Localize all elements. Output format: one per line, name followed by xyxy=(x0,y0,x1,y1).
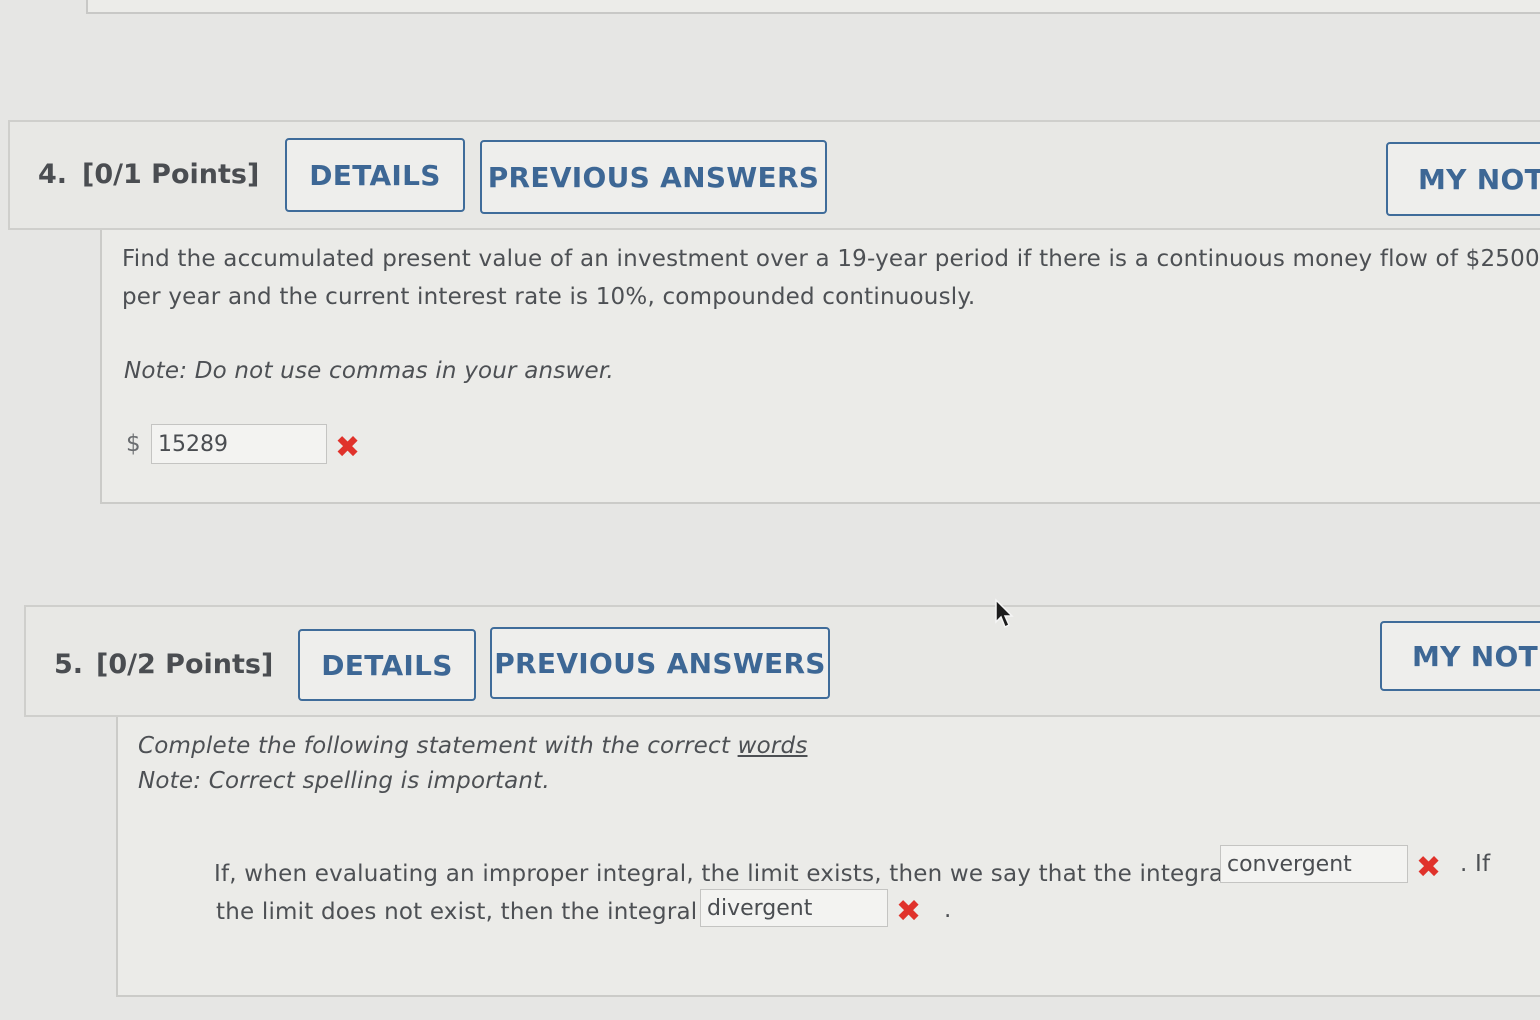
question-5-header: 5. [0/2 Points] DETAILS PREVIOUS ANSWERS… xyxy=(24,605,1540,717)
question-5-details-button[interactable]: DETAILS xyxy=(298,629,476,701)
question-5-points: [0/2 Points] xyxy=(96,649,274,680)
question-5-sentence-part2: . If xyxy=(1460,851,1491,877)
question-5-instruction: Complete the following statement with th… xyxy=(138,733,808,759)
question-5-sentence-part1: If, when evaluating an improper integral… xyxy=(214,861,1230,887)
question-5-my-notes-button[interactable]: MY NOTES xyxy=(1380,621,1540,691)
question-5-previous-answers-button[interactable]: PREVIOUS ANSWERS xyxy=(490,627,830,699)
question-5-number: 5. xyxy=(54,649,84,680)
question-5-note: Note: Correct spelling is important. xyxy=(138,768,550,794)
question-5-instruction-text: Complete the following statement with th… xyxy=(138,733,738,759)
question-4-header: 4. [0/1 Points] DETAILS PREVIOUS ANSWERS… xyxy=(8,120,1540,230)
question-5-answer1-input[interactable]: convergent xyxy=(1220,845,1408,883)
mouse-pointer-icon xyxy=(994,598,1016,634)
question-4-my-notes-button[interactable]: MY NOTE xyxy=(1386,142,1540,216)
x-mark-icon: ✖ xyxy=(335,430,361,465)
question-4-note: Note: Do not use commas in your answer. xyxy=(124,358,614,384)
x-mark-icon: ✖ xyxy=(896,894,922,929)
previous-question-panel xyxy=(86,0,1540,14)
question-5-answer2-input[interactable]: divergent xyxy=(700,889,888,927)
question-5-words-link[interactable]: words xyxy=(738,733,808,759)
question-5-sentence-part3: the limit does not exist, then the integ… xyxy=(216,899,698,925)
question-4-answer-input[interactable]: 15289 xyxy=(151,424,327,464)
question-4-points: [0/1 Points] xyxy=(82,159,260,190)
x-mark-icon: ✖ xyxy=(1416,850,1442,885)
question-4-prompt-line2: per year and the current interest rate i… xyxy=(122,284,976,310)
question-4-number: 4. xyxy=(38,159,68,190)
question-5-sentence-end: . xyxy=(944,897,952,923)
question-4-currency-symbol: $ xyxy=(126,431,141,457)
question-4-body: Find the accumulated present value of an… xyxy=(100,230,1540,504)
question-4-details-button[interactable]: DETAILS xyxy=(285,138,465,212)
question-4-prompt-line1: Find the accumulated present value of an… xyxy=(122,246,1540,272)
question-5-body: Complete the following statement with th… xyxy=(116,717,1540,997)
question-4-previous-answers-button[interactable]: PREVIOUS ANSWERS xyxy=(480,140,827,214)
